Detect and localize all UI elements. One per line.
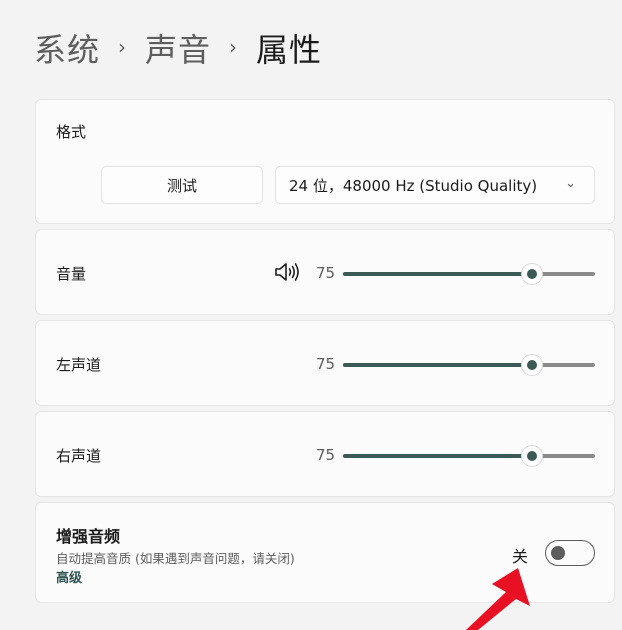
format-select-value: 24 位，48000 Hz (Studio Quality) — [289, 176, 538, 195]
page-title: 属性 — [256, 31, 323, 69]
right-channel-slider-fill — [343, 454, 532, 458]
toggle-state-label: 关 — [512, 547, 529, 566]
toggle-knob — [551, 546, 565, 560]
volume-label: 音量 — [56, 265, 87, 283]
volume-card: 音量 75 — [35, 229, 615, 315]
left-channel-slider[interactable] — [343, 354, 595, 376]
enhance-audio-title: 增强音频 — [56, 527, 121, 546]
chevron-down-icon: ⌄ — [565, 176, 576, 191]
volume-slider-thumb[interactable] — [521, 263, 543, 285]
volume-slider[interactable] — [343, 263, 595, 285]
speaker-icon[interactable] — [274, 261, 300, 283]
left-channel-card: 左声道 75 — [35, 320, 615, 406]
red-arrow-icon — [466, 568, 530, 630]
breadcrumb: 系统 › 声音 › 属性 — [34, 22, 322, 74]
format-card: 格式 测试 24 位，48000 Hz (Studio Quality) ⌄ — [35, 99, 615, 224]
left-channel-label: 左声道 — [56, 356, 102, 374]
test-button[interactable]: 测试 — [101, 166, 263, 204]
breadcrumb-separator-icon: › — [229, 35, 239, 59]
breadcrumb-separator-icon: › — [118, 35, 128, 59]
right-channel-card: 右声道 75 — [35, 411, 615, 497]
volume-slider-fill — [343, 272, 532, 276]
volume-value: 75 — [316, 264, 336, 282]
breadcrumb-sound[interactable]: 声音 — [145, 25, 211, 71]
right-channel-slider-thumb[interactable] — [521, 445, 543, 467]
left-channel-slider-fill — [343, 363, 532, 367]
left-channel-value: 75 — [316, 355, 336, 373]
breadcrumb-system[interactable]: 系统 — [34, 25, 100, 71]
format-label: 格式 — [56, 123, 87, 141]
left-channel-slider-thumb[interactable] — [521, 354, 543, 376]
right-channel-value: 75 — [316, 446, 336, 464]
right-channel-label: 右声道 — [56, 447, 102, 465]
format-select[interactable]: 24 位，48000 Hz (Studio Quality) ⌄ — [275, 166, 595, 204]
enhance-audio-toggle[interactable] — [545, 540, 595, 566]
enhance-audio-description: 自动提高音质 (如果遇到声音问题，请关闭) — [56, 551, 295, 566]
right-channel-slider[interactable] — [343, 445, 595, 467]
advanced-link[interactable]: 高级 — [56, 567, 82, 586]
